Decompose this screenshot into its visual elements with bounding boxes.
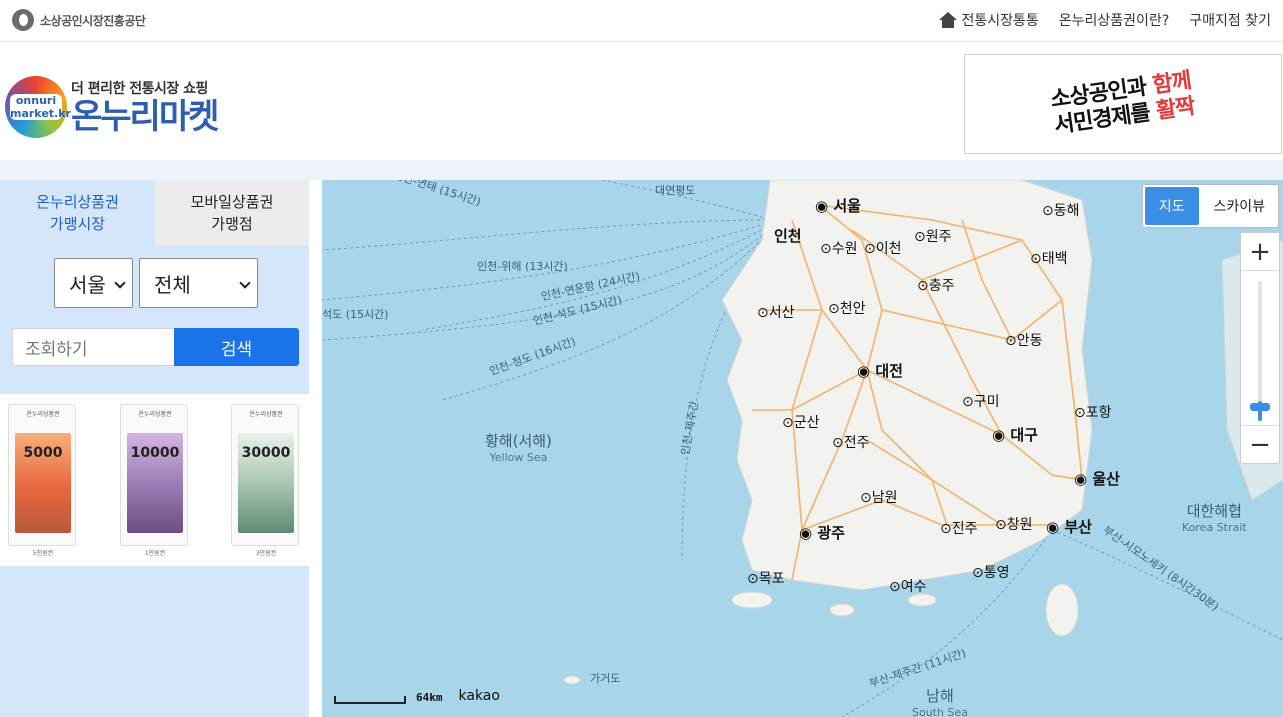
nav-link-voucher-info[interactable]: 온누리상품권이란?: [1059, 10, 1169, 30]
header: onnuri market.kr 더 편리한 전통시장 쇼핑 온누리마켓 소상공…: [0, 42, 1283, 160]
search-input[interactable]: 조회하기: [12, 328, 174, 366]
map-scale: 64km kakao: [334, 688, 500, 704]
zoom-slider-track[interactable]: [1258, 281, 1262, 421]
city-label[interactable]: ⊙서산: [757, 302, 795, 322]
island-label: 가거도: [590, 672, 621, 685]
route-label: 석도 (15시간): [322, 308, 389, 321]
city-label[interactable]: ⊙군산: [782, 412, 820, 432]
city-label[interactable]: ⊙태백: [1030, 248, 1068, 268]
city-select[interactable]: 서울: [54, 258, 133, 308]
divider-stripe: [0, 160, 1283, 180]
top-bar: 소상공인시장진흥공단 전통시장통통 온누리상품권이란? 구매지점 찾기: [0, 0, 1283, 42]
chevron-down-icon: [114, 277, 126, 289]
skyview-type-button[interactable]: 스카이뷰: [1203, 187, 1276, 225]
city-label[interactable]: ⊙진주: [940, 518, 978, 538]
map-view[interactable]: 인천-연태 (15시간) 인천-위해 (13시간) 인천-연운항 (24시간) …: [322, 180, 1283, 717]
zoom-in-button[interactable]: +: [1241, 233, 1279, 271]
campaign-banner[interactable]: 소상공인과 함께 서민경제를 활짝: [964, 54, 1282, 154]
tab-mobile-store[interactable]: 모바일상품권 가맹점: [155, 180, 309, 246]
city-label[interactable]: ⊙동해: [1042, 200, 1080, 220]
district-select[interactable]: 전체: [139, 258, 258, 308]
island-label: 대연평도: [655, 184, 696, 197]
voucher-10000[interactable]: 온누리상품권 10000 1만원권: [120, 404, 190, 557]
city-label[interactable]: 인천: [774, 225, 802, 246]
brand-tagline: 더 편리한 전통시장 쇼핑: [71, 81, 208, 97]
map-type-control: 지도 스카이뷰: [1142, 184, 1279, 228]
org-emblem-icon: [12, 9, 34, 31]
city-label[interactable]: ◉ 대구: [992, 424, 1038, 445]
city-label[interactable]: ◉ 광주: [799, 522, 845, 543]
city-label[interactable]: ⊙창원: [995, 514, 1033, 534]
city-label[interactable]: ⊙수원: [820, 238, 858, 258]
city-label[interactable]: ⊙이천: [864, 238, 902, 258]
sea-label-yellow: 황해(서해) Yellow Sea: [485, 432, 552, 464]
search-form: 조회하기 검색: [12, 328, 299, 366]
city-label[interactable]: ⊙여수: [889, 576, 927, 596]
voucher-list: 온누리상품권 5000 5천원권 온누리상품권 10000 1만원권 온누리상품…: [0, 394, 309, 566]
scale-bar: [334, 696, 406, 704]
org-logo[interactable]: 소상공인시장진흥공단: [12, 9, 146, 31]
region-filters: 서울 전체: [54, 258, 258, 308]
city-label[interactable]: ⊙구미: [962, 391, 1000, 411]
city-label[interactable]: ⊙천안: [828, 298, 866, 318]
city-label[interactable]: ⊙원주: [914, 226, 952, 246]
zoom-slider-handle[interactable]: [1250, 403, 1270, 411]
sea-label-korea-strait: 대한해협 Korea Strait: [1182, 502, 1247, 534]
city-label[interactable]: ◉ 대전: [857, 360, 903, 381]
city-label[interactable]: ⊙충주: [917, 275, 955, 295]
brand-name: 온누리마켓: [71, 97, 219, 137]
org-name: 소상공인시장진흥공단: [40, 13, 146, 28]
voucher-5000[interactable]: 온누리상품권 5000 5천원권: [8, 404, 78, 557]
map-canvas: [322, 180, 1283, 717]
nav-link-find-store[interactable]: 구매지점 찾기: [1189, 10, 1271, 30]
tab-onnuri-market[interactable]: 온누리상품권 가맹시장: [0, 180, 155, 246]
map-provider-logo[interactable]: kakao: [459, 688, 500, 704]
city-label[interactable]: ⊙안동: [1005, 330, 1043, 350]
city-label[interactable]: ⊙통영: [972, 562, 1010, 582]
city-label[interactable]: ⊙포항: [1074, 402, 1112, 422]
map-type-button[interactable]: 지도: [1145, 187, 1199, 225]
zoom-control: + −: [1240, 232, 1280, 464]
home-icon: [938, 12, 957, 28]
city-label[interactable]: ◉ 부산: [1046, 516, 1092, 537]
sidebar: 온누리상품권 가맹시장 모바일상품권 가맹점 서울 전체 조회하기 검색 온누리…: [0, 180, 309, 717]
city-label[interactable]: ⊙목포: [747, 568, 785, 588]
city-label[interactable]: ◉ 서울: [815, 195, 861, 216]
zoom-out-button[interactable]: −: [1241, 425, 1279, 463]
route-label: 인천-위해 (13시간): [477, 260, 568, 273]
sidebar-tabs: 온누리상품권 가맹시장 모바일상품권 가맹점: [0, 180, 309, 246]
brand-logo[interactable]: onnuri market.kr 더 편리한 전통시장 쇼핑 온누리마켓: [5, 76, 219, 138]
onnuri-logo-icon: onnuri market.kr: [5, 76, 71, 138]
city-label[interactable]: ⊙남원: [860, 487, 898, 507]
city-label[interactable]: ⊙전주: [832, 432, 870, 452]
scale-label: 64km: [416, 691, 443, 704]
voucher-30000[interactable]: 온누리상품권 30000 3만원권: [231, 404, 301, 557]
top-nav: 전통시장통통 온누리상품권이란? 구매지점 찾기: [938, 10, 1271, 30]
search-button[interactable]: 검색: [174, 328, 299, 366]
nav-link-traditional-market[interactable]: 전통시장통통: [938, 10, 1039, 30]
city-label[interactable]: ◉ 울산: [1074, 468, 1120, 489]
chevron-down-icon: [239, 277, 251, 289]
sea-label-south: 남해 South Sea: [912, 687, 968, 717]
